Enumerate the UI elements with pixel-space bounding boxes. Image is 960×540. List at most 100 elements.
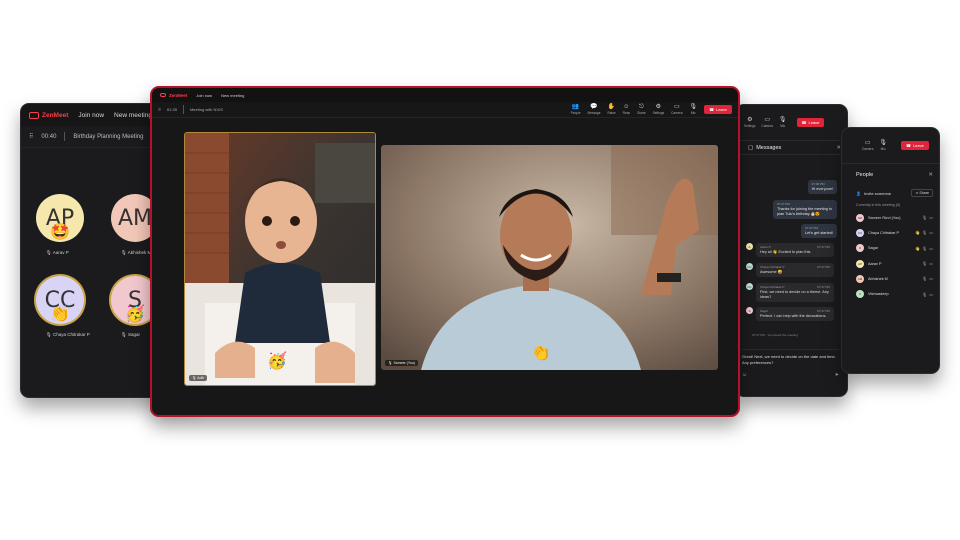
mic-icon[interactable]: 🎙 — [922, 276, 927, 281]
toolbar-camera-button[interactable]: ▭ Camera — [862, 140, 873, 151]
camera-icon[interactable]: ▭ — [929, 230, 933, 235]
message-bubble-outgoing: 07:36 PM Hi everyone! — [807, 180, 837, 194]
person-name: Chaya Chitrakar P — [868, 230, 900, 235]
join-now-link[interactable]: Join now — [196, 93, 212, 98]
settings-icon: ⚙ — [747, 117, 753, 123]
message-bubble-outgoing: 07:37 PM Let's get started! — [801, 224, 837, 238]
mic-icon[interactable]: 🎙 — [922, 230, 927, 235]
toolbar-raise-button[interactable]: ✋ Raise — [607, 104, 615, 115]
person-row: SR Sameer Rizvi (You) 🎙 ▭ — [842, 210, 939, 225]
camera-icon: ▭ — [864, 140, 871, 146]
app-name: ZenMeet — [42, 111, 69, 119]
message-bubble-incoming: Chaya Chitrakar P 07:37 PM Awesome 😀 — [756, 263, 834, 277]
mic-icon: 🎙 — [689, 104, 698, 110]
new-meeting-link[interactable]: New meeting — [221, 93, 244, 98]
toolbar-label: People — [570, 111, 581, 115]
person-name: Sameer Rizvi (You) — [868, 215, 901, 220]
people-window: ▭ Camera 🎙 Mic ☎ Leave People ✕ 👤 Invite som… — [841, 127, 940, 374]
zenmeet-logo: ZenMeet — [160, 93, 187, 98]
sender-name: Aarav P — [760, 245, 771, 249]
mic-icon: 🎙 — [778, 117, 787, 123]
join-now-link[interactable]: Join now — [78, 112, 104, 119]
draft-text[interactable]: Great! Next, we need to decide on the da… — [742, 354, 839, 365]
toolbar-mic-button[interactable]: 🎙 Mic — [879, 140, 887, 151]
new-meeting-link[interactable]: New meeting — [114, 112, 152, 119]
mic-icon: 🎙 — [46, 250, 53, 255]
participant-name: 🎙 Chaya Chitrakar P — [46, 332, 90, 338]
camera-icon[interactable]: ▭ — [929, 246, 933, 251]
app-name: ZenMeet — [169, 92, 188, 98]
video-label-you: 🎙 Sameer (You) — [385, 360, 418, 366]
mic-icon[interactable]: 🎙 — [922, 246, 927, 251]
person-row: AP Aarav P 🎙 ▭ — [842, 256, 939, 271]
avatar: SR — [856, 213, 864, 222]
people-header: People ✕ — [842, 164, 939, 186]
video-tile-you[interactable]: 👏 🎙 Sameer (You) — [381, 145, 718, 370]
leave-button[interactable]: ☎ Leave — [900, 141, 929, 150]
add-user-icon: 👤 — [856, 190, 861, 196]
leave-label: Leave — [912, 143, 924, 148]
toolbar-settings-button[interactable]: ⚙ Settings — [653, 104, 665, 115]
leave-label: Leave — [808, 120, 820, 125]
drag-handle-icon[interactable]: ⠿ — [158, 107, 161, 112]
emoji-icon[interactable]: ☺ — [742, 372, 747, 379]
toolbar-mic-button[interactable]: 🎙 Mic — [779, 117, 787, 128]
video-label-aditi: 🎙 Aditi — [189, 375, 208, 381]
meeting-timer: 00:40 — [41, 133, 57, 140]
toolbar-camera-button[interactable]: ▭ Camera — [762, 117, 773, 128]
toolbar-share-button[interactable]: ⎋ Share — [637, 104, 646, 115]
message-bubble-outgoing: 07:37 PM Thanks for joining the meeting t… — [773, 200, 837, 219]
person-row: V Vishwadeep 🎙 ▭ — [842, 286, 939, 301]
mic-icon[interactable]: 🎙 — [922, 215, 927, 220]
avatar: S — [856, 244, 864, 253]
camera-icon[interactable]: ▭ — [929, 292, 933, 297]
video-tile-aditi[interactable]: 🥳 🎙 Aditi — [184, 132, 376, 386]
share-button[interactable]: ⋖ Share — [911, 189, 933, 197]
avatar: AP — [856, 259, 864, 268]
person-name: Sagar — [868, 246, 879, 251]
message-bubble-incoming: Chaya Chitrakar P 07:37 PM First, we need … — [756, 283, 834, 302]
participant-name-label: Aarav P — [52, 250, 69, 255]
message-bubble-incoming: Aarav P 07:37 PM Hey all 👋 Excited to plan… — [756, 243, 834, 257]
share-label: Share — [919, 191, 929, 195]
avatar: V — [856, 290, 864, 299]
close-icon[interactable]: ✕ — [928, 172, 933, 178]
camera-icon: ▭ — [764, 117, 771, 123]
leave-button[interactable]: ☎ Leave — [704, 105, 732, 114]
baby-video-frame — [185, 133, 375, 385]
toolbar-message-button[interactable]: 💬 Message — [588, 104, 601, 115]
camera-logo-icon — [160, 93, 166, 97]
toolbar-mic-button[interactable]: 🎙 Mic — [689, 104, 697, 115]
share-icon: ⋖ — [915, 191, 919, 195]
invite-button[interactable]: Invite someone — [864, 191, 891, 196]
camera-icon[interactable]: ▭ — [929, 261, 933, 266]
person-name: Vishwadeep — [868, 292, 889, 297]
message-incoming: CC Chaya Chitrakar P 07:37 PM First, we nee… — [746, 283, 834, 302]
reaction-emoji: 👏 — [531, 345, 551, 362]
mic-icon[interactable]: 🎙 — [922, 261, 927, 266]
person-name: Aarav P — [868, 261, 882, 266]
message-composer[interactable]: Great! Next, we need to decide on the da… — [742, 349, 839, 387]
participant-name-label: Abhishek M — [127, 250, 152, 255]
toolbar-people-button[interactable]: 👥 People — [571, 104, 581, 115]
reac-icon: ☺ — [623, 104, 630, 110]
message-text: Hi everyone! — [811, 187, 833, 191]
camera-icon[interactable]: ▭ — [929, 276, 933, 281]
toolbar-label: Message — [587, 111, 601, 115]
person-status-icons: 🎙 ▭ — [922, 276, 933, 281]
reaction-emoji: 🥳 — [267, 353, 287, 370]
person-row: CC Chaya Chitrakar P 👋 🎙 ▭ — [842, 225, 939, 240]
toolbar-camera-button[interactable]: ▭ Camera — [671, 104, 682, 115]
message-time: 07:37 PM — [817, 265, 830, 269]
toolbar-label: Mic — [690, 111, 696, 115]
mic-icon[interactable]: 🎙 — [922, 292, 927, 297]
camera-icon[interactable]: ▭ — [929, 215, 933, 220]
toolbar-reac-button[interactable]: ☺ Reac — [623, 104, 630, 115]
mic-icon: 🎙 — [192, 376, 197, 380]
divider — [64, 132, 66, 141]
send-icon[interactable]: ➤ — [835, 372, 839, 379]
toolbar-settings-button[interactable]: ⚙ Settings — [744, 117, 756, 128]
toolbar-label: Camera — [862, 147, 874, 151]
drag-handle-icon[interactable]: ⠿ — [29, 133, 33, 140]
leave-button[interactable]: ☎ Leave — [796, 118, 825, 127]
